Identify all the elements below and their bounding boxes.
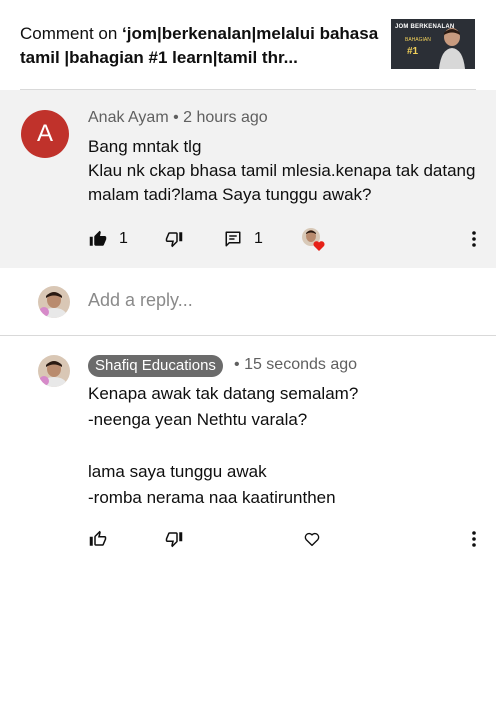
- more-vert-icon[interactable]: [466, 529, 482, 549]
- parent-comment: A Anak Ayam • 2 hours ago Bang mntak tlg…: [0, 90, 496, 268]
- reply-comment: Shafiq Educations • 15 seconds ago Kenap…: [0, 336, 496, 720]
- thumbs-down-icon: [165, 532, 183, 548]
- comment-meta: Anak Ayam • 2 hours ago: [88, 109, 268, 127]
- video-thumbnail[interactable]: JOM BERKENALAN BAHAGIAN #1: [391, 19, 475, 69]
- user-avatar-image: [38, 286, 70, 318]
- comment-time: 15 seconds ago: [244, 356, 358, 373]
- avatar: [38, 286, 70, 318]
- meta-separator: •: [234, 356, 240, 373]
- thumbs-up-filled-icon: [89, 230, 107, 246]
- reply-count-button[interactable]: 1: [224, 229, 263, 249]
- dislike-button[interactable]: [165, 529, 183, 549]
- comment-header: Comment on ‘jom|berkenalan|melalui bahas…: [0, 0, 496, 90]
- creator-heart-icon: [302, 228, 325, 251]
- heart-icon: [304, 532, 320, 547]
- comment-actions: 1 1: [0, 224, 496, 254]
- avatar[interactable]: A: [21, 110, 69, 158]
- meta-separator: •: [173, 109, 179, 126]
- heart-button[interactable]: [303, 529, 321, 549]
- thumbnail-person-image: [439, 28, 465, 69]
- thumbs-up-icon: [89, 530, 107, 546]
- header-title[interactable]: Comment on ‘jom|berkenalan|melalui bahas…: [20, 22, 385, 70]
- like-button[interactable]: [89, 529, 107, 549]
- reply-input[interactable]: Add a reply...: [88, 290, 193, 311]
- thumbnail-text-line3: #1: [407, 46, 419, 57]
- thumbs-down-icon: [165, 232, 183, 248]
- thumbnail-text-line2: BAHAGIAN: [405, 37, 431, 43]
- like-count: 1: [119, 230, 128, 247]
- reply-count: 1: [254, 230, 263, 247]
- header-prefix: Comment on: [20, 24, 123, 43]
- comment-time: 2 hours ago: [183, 109, 268, 126]
- comment-actions: [0, 524, 496, 554]
- reply-text: Kenapa awak tak datang semalam? -neenga …: [88, 384, 359, 507]
- comment-text: Bang mntak tlg Klau nk ckap bhasa tamil …: [88, 135, 478, 207]
- avatar[interactable]: [38, 355, 70, 387]
- dislike-button[interactable]: [165, 229, 183, 249]
- creator-author-badge[interactable]: Shafiq Educations: [88, 355, 223, 377]
- comment-text-line: Klau nk ckap bhasa tamil mlesia.kenapa t…: [88, 161, 476, 204]
- add-reply-bar[interactable]: Add a reply...: [0, 268, 496, 335]
- like-button[interactable]: 1: [89, 229, 128, 249]
- comment-icon: [225, 231, 241, 247]
- comment-text-line: Bang mntak tlg: [88, 137, 202, 156]
- reply-author-avatar-image: [38, 355, 70, 387]
- more-vert-icon[interactable]: [466, 229, 482, 249]
- comment-meta: • 15 seconds ago: [234, 356, 357, 374]
- comment-author[interactable]: Anak Ayam: [88, 109, 169, 126]
